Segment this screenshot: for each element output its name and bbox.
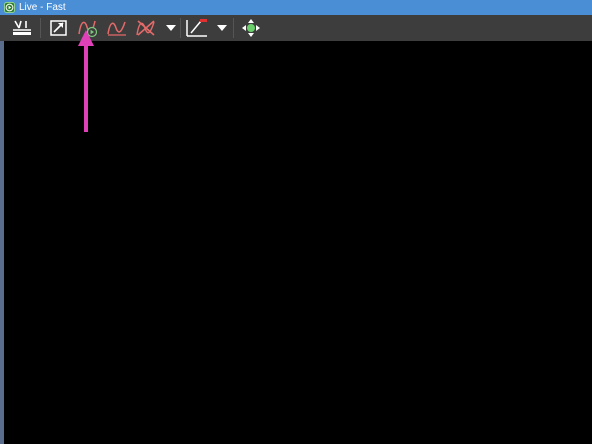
- curve-icon: [107, 21, 126, 36]
- pan-button[interactable]: [239, 17, 263, 39]
- annotation-arrow: [78, 30, 94, 132]
- window-title: Live - Fast: [19, 2, 66, 13]
- toolbar-separator: [233, 18, 234, 38]
- title-bar: Live - Fast: [0, 0, 592, 15]
- export-arrow-icon: [50, 20, 67, 36]
- app-play-icon: [4, 2, 15, 13]
- remove-curve-icon: [136, 20, 155, 36]
- remove-curve-button[interactable]: [134, 17, 158, 39]
- axis-line-icon: [186, 19, 207, 37]
- baseline-button[interactable]: [10, 17, 34, 39]
- baseline-icon: [13, 20, 31, 35]
- axis-options-dropdown[interactable]: [216, 17, 228, 39]
- axis-line-button[interactable]: [185, 17, 209, 39]
- curve-button[interactable]: [105, 17, 129, 39]
- curve-options-dropdown[interactable]: [165, 17, 177, 39]
- pan-move-icon: [242, 19, 260, 37]
- chevron-down-icon: [166, 25, 176, 31]
- chevron-down-icon: [217, 25, 227, 31]
- toolbar-separator: [40, 18, 41, 38]
- export-button[interactable]: [47, 17, 71, 39]
- toolbar-separator: [180, 18, 181, 38]
